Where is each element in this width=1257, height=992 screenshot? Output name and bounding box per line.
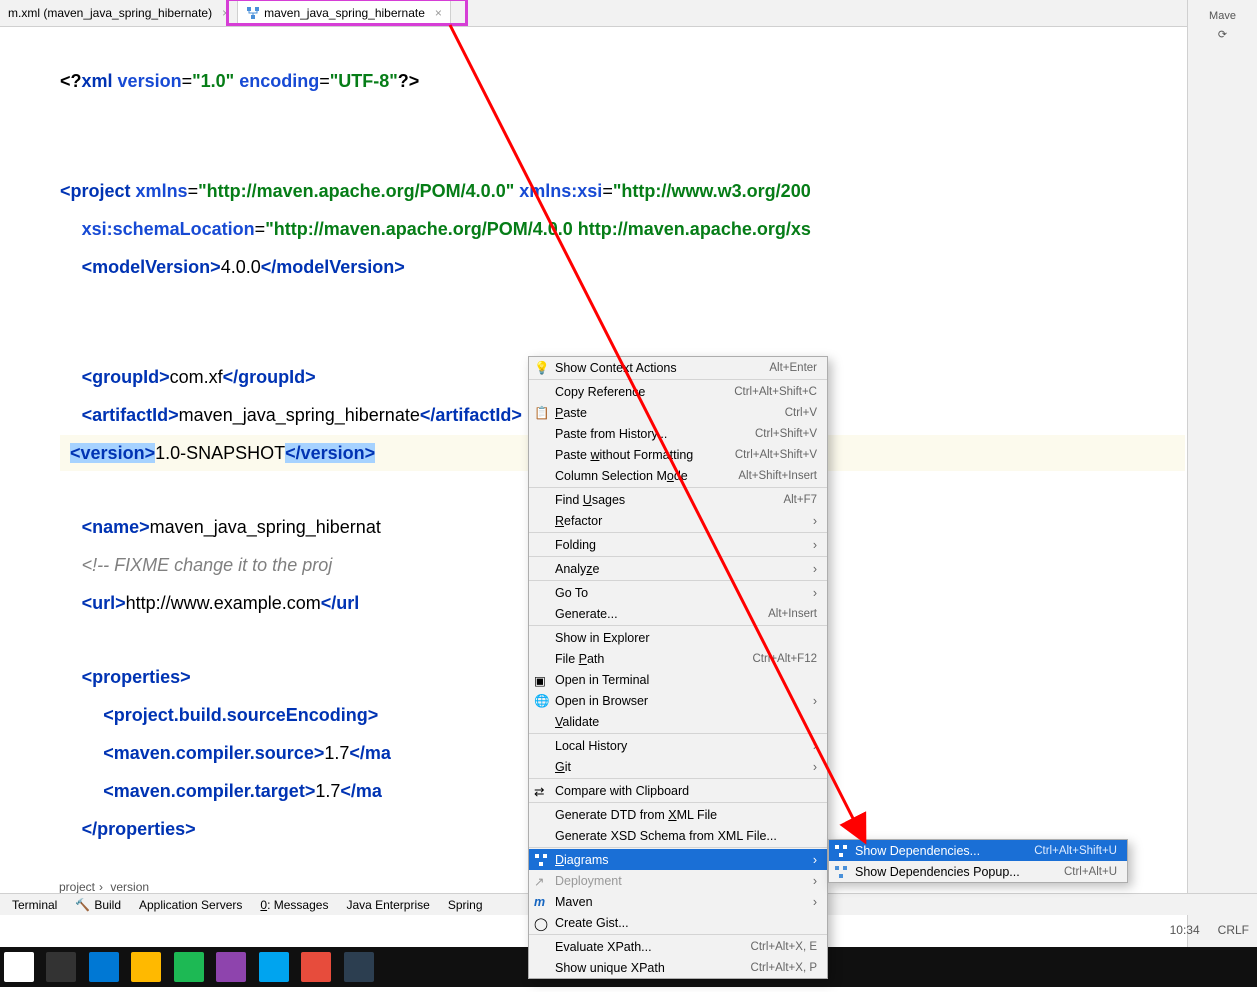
chevron-right-icon: › — [813, 514, 817, 528]
taskbar-app-icon[interactable] — [216, 952, 246, 982]
tab-pom-xml[interactable]: m.xml (maven_java_spring_hibernate) × — [0, 0, 238, 26]
ctx-paste-plain[interactable]: Paste without FormattingCtrl+Alt+Shift+V — [529, 444, 827, 465]
chevron-right-icon: › — [813, 853, 817, 867]
ctx-create-gist[interactable]: ◯Create Gist... — [529, 912, 827, 933]
ctx-folding[interactable]: Folding› — [529, 534, 827, 555]
taskbar-edge-icon[interactable] — [89, 952, 119, 982]
tool-app-servers[interactable]: Application Servers — [131, 898, 250, 912]
ctx-maven[interactable]: mMaven› — [529, 891, 827, 912]
close-icon[interactable]: × — [435, 6, 442, 20]
globe-icon: 🌐 — [534, 694, 548, 708]
ctx-eval-xpath[interactable]: Evaluate XPath...Ctrl+Alt+X, E — [529, 936, 827, 957]
refresh-icon[interactable]: ⟳ — [1188, 28, 1257, 41]
tool-java-ee[interactable]: Java Enterprise — [338, 898, 437, 912]
status-bar: 10:34 CRLF — [1170, 923, 1249, 937]
maven-tool-label: Mave — [1188, 10, 1257, 22]
diagram-icon — [246, 6, 260, 20]
status-time: 10:34 — [1170, 923, 1200, 937]
tool-terminal[interactable]: Terminal — [4, 898, 65, 912]
taskbar-app-icon[interactable] — [301, 952, 331, 982]
compare-icon: ⇄ — [534, 784, 548, 798]
taskbar-search-icon[interactable] — [46, 952, 76, 982]
ctx-show-explorer[interactable]: Show in Explorer — [529, 627, 827, 648]
taskbar-app-icon[interactable] — [259, 952, 289, 982]
chevron-right-icon: › — [813, 760, 817, 774]
context-submenu-diagrams: Show Dependencies...Ctrl+Alt+Shift+U Sho… — [828, 839, 1128, 883]
ctx-goto[interactable]: Go To› — [529, 582, 827, 603]
ctx-open-browser[interactable]: 🌐Open in Browser› — [529, 690, 827, 711]
tool-messages[interactable]: 0: Messages — [252, 898, 336, 912]
chevron-right-icon: › — [813, 694, 817, 708]
sub-show-dependencies[interactable]: Show Dependencies...Ctrl+Alt+Shift+U — [829, 840, 1127, 861]
ctx-column-selection[interactable]: Column Selection ModeAlt+Shift+Insert — [529, 465, 827, 486]
ctx-find-usages[interactable]: Find UsagesAlt+F7 — [529, 489, 827, 510]
chevron-right-icon: › — [813, 562, 817, 576]
ctx-refactor[interactable]: Refactor› — [529, 510, 827, 531]
tool-build[interactable]: 🔨Build — [67, 898, 129, 912]
xml-decl: <? — [60, 71, 82, 91]
chevron-right-icon: › — [813, 895, 817, 909]
ctx-local-history[interactable]: Local History› — [529, 735, 827, 756]
chevron-right-icon: › — [813, 874, 817, 888]
ctx-show-context-actions[interactable]: 💡Show Context ActionsAlt+Enter — [529, 357, 827, 378]
deploy-icon: ↗ — [534, 874, 548, 888]
ctx-compare-clipboard[interactable]: ⇄Compare with Clipboard — [529, 780, 827, 801]
taskbar-intellij-icon[interactable] — [344, 952, 374, 982]
close-icon[interactable]: × — [222, 6, 229, 20]
ctx-paste-history[interactable]: Paste from History...Ctrl+Shift+V — [529, 423, 827, 444]
editor-tabs: m.xml (maven_java_spring_hibernate) × ma… — [0, 0, 1257, 27]
terminal-icon: ▣ — [534, 673, 548, 687]
ctx-show-unique-xpath[interactable]: Show unique XPathCtrl+Alt+X, P — [529, 957, 827, 978]
breadcrumb-item[interactable]: project — [55, 880, 99, 894]
ctx-diagrams[interactable]: Diagrams› — [529, 849, 827, 870]
chevron-right-icon: › — [813, 538, 817, 552]
bulb-icon: 💡 — [534, 361, 548, 375]
chevron-right-icon: › — [813, 739, 817, 753]
chevron-right-icon: › — [813, 586, 817, 600]
ctx-validate[interactable]: Validate — [529, 711, 827, 732]
tab-maven-diagram[interactable]: maven_java_spring_hibernate × — [238, 0, 451, 26]
ctx-analyze[interactable]: Analyze› — [529, 558, 827, 579]
paste-icon: 📋 — [534, 406, 548, 420]
ctx-copy-reference[interactable]: Copy ReferenceCtrl+Alt+Shift+C — [529, 381, 827, 402]
sub-show-dependencies-popup[interactable]: Show Dependencies Popup...Ctrl+Alt+U — [829, 861, 1127, 882]
ctx-git[interactable]: Git› — [529, 756, 827, 777]
ctx-paste[interactable]: 📋PasteCtrl+V — [529, 402, 827, 423]
diagram-icon — [834, 865, 848, 879]
ctx-generate-xsd[interactable]: Generate XSD Schema from XML File... — [529, 825, 827, 846]
breadcrumb[interactable]: project› version — [55, 880, 153, 894]
tab-label: maven_java_spring_hibernate — [264, 6, 425, 20]
taskbar-windows-icon[interactable] — [4, 952, 34, 982]
tab-label: m.xml (maven_java_spring_hibernate) — [8, 6, 212, 20]
right-tool-window[interactable]: Mave ⟳ — [1187, 0, 1257, 987]
status-encoding: CRLF — [1218, 923, 1249, 937]
maven-icon: m — [534, 895, 548, 909]
tool-spring[interactable]: Spring — [440, 898, 491, 912]
diagram-icon — [534, 853, 548, 867]
ctx-file-path[interactable]: File PathCtrl+Alt+F12 — [529, 648, 827, 669]
taskbar-explorer-icon[interactable] — [131, 952, 161, 982]
diagram-icon — [834, 844, 848, 858]
ctx-generate[interactable]: Generate...Alt+Insert — [529, 603, 827, 624]
taskbar-app-icon[interactable] — [174, 952, 204, 982]
breadcrumb-item[interactable]: version — [106, 880, 153, 894]
ctx-open-terminal[interactable]: ▣Open in Terminal — [529, 669, 827, 690]
ctx-generate-dtd[interactable]: Generate DTD from XML File — [529, 804, 827, 825]
github-icon: ◯ — [534, 916, 548, 930]
ctx-deployment: ↗Deployment› — [529, 870, 827, 891]
context-menu: 💡Show Context ActionsAlt+Enter Copy Refe… — [528, 356, 828, 979]
